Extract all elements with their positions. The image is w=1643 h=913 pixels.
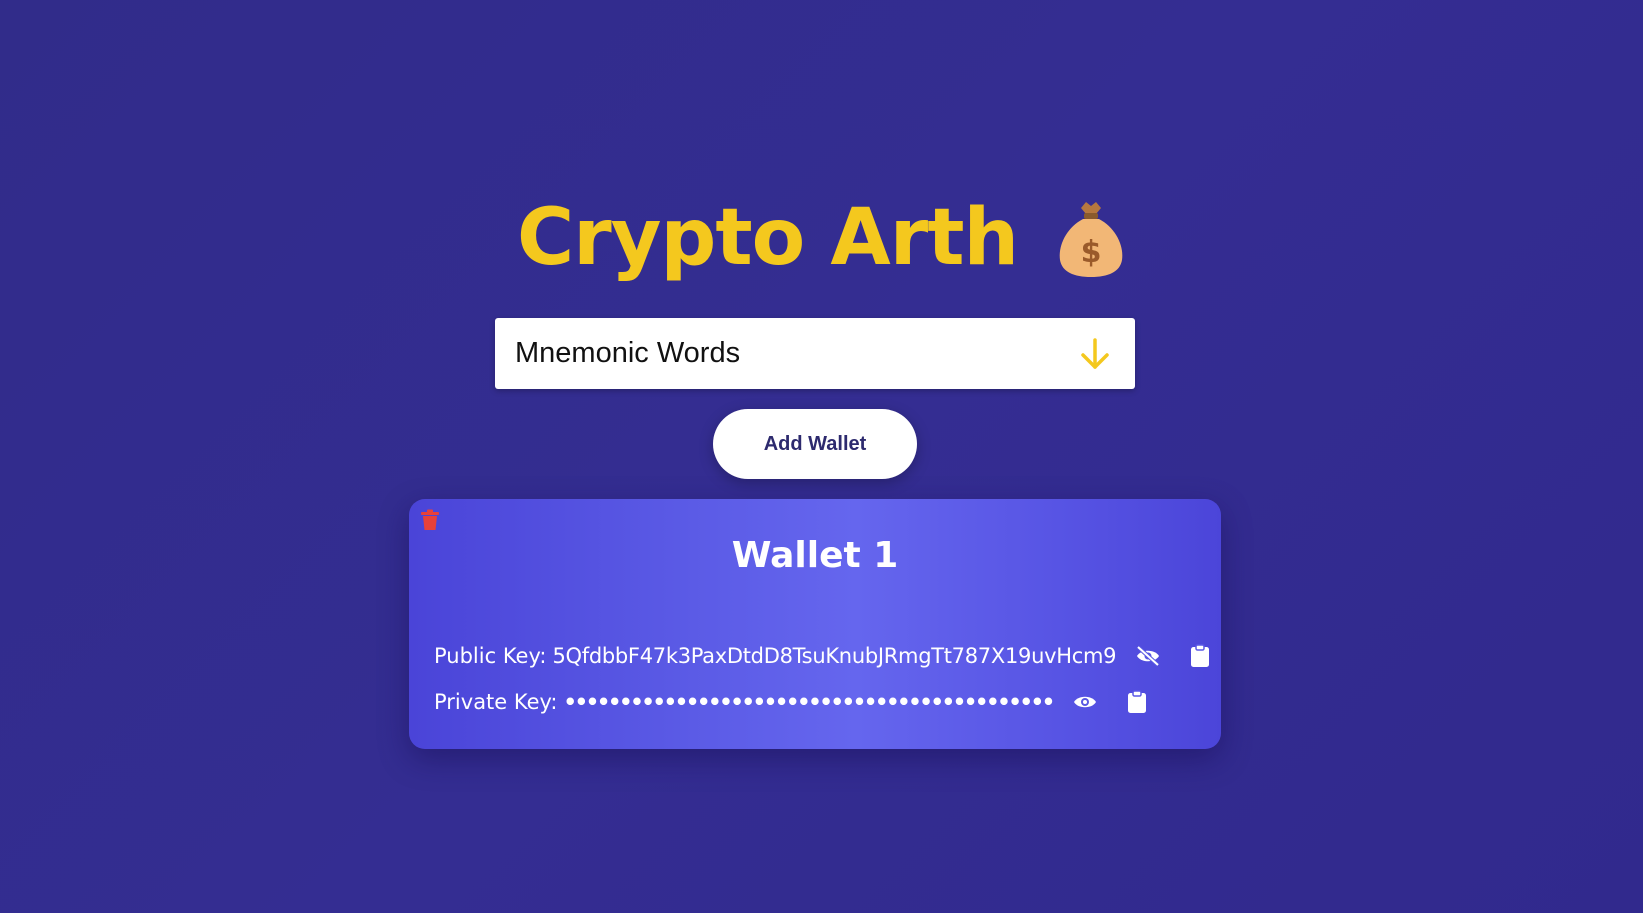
- clipboard-icon[interactable]: [1186, 642, 1214, 670]
- eye-icon[interactable]: [1071, 688, 1099, 716]
- add-wallet-button[interactable]: Add Wallet: [713, 409, 917, 479]
- public-key-value: 5QfdbbF47k3PaxDtdD8TsuKnubJRmgTt787X19uv…: [552, 644, 1117, 668]
- public-key-row: Public Key: 5QfdbbF47k3PaxDtdD8TsuKnubJR…: [434, 642, 1214, 670]
- private-key-label: Private Key:: [434, 690, 558, 714]
- eye-slash-icon[interactable]: [1134, 642, 1162, 670]
- wallet-card: Wallet 1 Public Key: 5QfdbbF47k3PaxDtdD8…: [409, 499, 1221, 749]
- money-bag-icon: $: [1056, 198, 1126, 278]
- header: Crypto Arth $: [0, 188, 1643, 288]
- trash-icon[interactable]: [420, 509, 440, 531]
- wallet-title: Wallet 1: [731, 535, 899, 576]
- clipboard-icon[interactable]: [1123, 688, 1151, 716]
- mnemonic-words-label: Mnemonic Words: [515, 337, 741, 369]
- arrow-down-icon[interactable]: [1075, 334, 1115, 374]
- public-key-label: Public Key:: [434, 644, 547, 668]
- svg-text:$: $: [1081, 235, 1102, 270]
- private-key-value: ••••••••••••••••••••••••••••••••••••••••…: [563, 690, 1056, 714]
- private-key-row: Private Key: •••••••••••••••••••••••••••…: [434, 688, 1151, 716]
- app-title: Crypto Arth: [516, 193, 1019, 283]
- mnemonic-words-dropdown[interactable]: Mnemonic Words: [495, 318, 1135, 389]
